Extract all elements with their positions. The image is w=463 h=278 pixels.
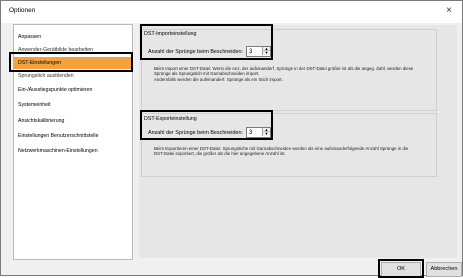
sidebar-item-anpassen[interactable]: Anpassen <box>14 31 132 43</box>
export-jumps-label: Anzahl der Sprünge beim Beschneiden: <box>148 130 243 136</box>
window-title: Optionen <box>9 7 36 14</box>
cancel-button[interactable]: Abbrechen <box>426 262 462 277</box>
sidebar-item-systemeinheit[interactable]: Systemeinheit <box>14 99 132 111</box>
export-jumps-value[interactable]: 3 <box>249 129 252 137</box>
options-dialog: Optionen × Anpassen Anwender-Gerätbilde … <box>0 0 463 278</box>
import-group-title: DST-Importeinstellung <box>144 31 197 37</box>
sidebar-item-ansichtskalibrierung[interactable]: Ansichtskalibrierung <box>14 115 132 127</box>
import-settings-group: DST-Importeinstellung Anzahl der Sprünge… <box>141 29 437 111</box>
import-description: Beim Import einer DST-Datei: Wenn die An… <box>154 66 414 82</box>
settings-panel: DST-Importeinstellung Anzahl der Sprünge… <box>139 25 457 258</box>
title-bar: Optionen × <box>1 1 462 23</box>
spin-down-icon[interactable]: ▼ <box>262 132 270 136</box>
sidebar-item-anwender-geraetbilde[interactable]: Anwender-Gerätbilde bearbeiten <box>14 44 132 56</box>
sidebar-item-netzwerkmaschinen[interactable]: Netzwerkmaschinen-Einstellungen <box>14 145 132 157</box>
options-category-list: Anpassen Anwender-Gerätbilde bearbeiten … <box>13 24 133 260</box>
export-settings-group: DST-Exporteinstellung Anzahl der Sprünge… <box>141 113 437 177</box>
sidebar-item-ein-ausstiegspunkte[interactable]: Ein-/Ausstiegspunkte optimieren <box>14 84 132 96</box>
spin-down-icon[interactable]: ▼ <box>262 51 270 55</box>
import-jumps-stepper[interactable]: 3 ▲ ▼ <box>246 46 271 57</box>
import-jumps-label: Anzahl der Sprünge beim Beschneiden: <box>148 49 243 55</box>
export-description: Beim Exportieren einer DST-Datei: Sprung… <box>154 146 409 157</box>
sidebar-item-dst-einstellungen[interactable]: DST-Einstellungen <box>14 57 132 69</box>
import-jumps-value[interactable]: 3 <box>249 48 252 56</box>
export-group-title: DST-Exporteinstellung <box>144 116 197 122</box>
sidebar-item-benutzerschnittstelle[interactable]: Einstellungen Benutzerschnittstelle <box>14 130 132 142</box>
export-jumps-stepper[interactable]: 3 ▲ ▼ <box>246 127 271 138</box>
ok-button[interactable]: OK <box>381 262 421 277</box>
sidebar-item-sprungstich[interactable]: Sprungstich ausblenden <box>14 70 132 82</box>
close-icon[interactable]: × <box>442 4 456 18</box>
